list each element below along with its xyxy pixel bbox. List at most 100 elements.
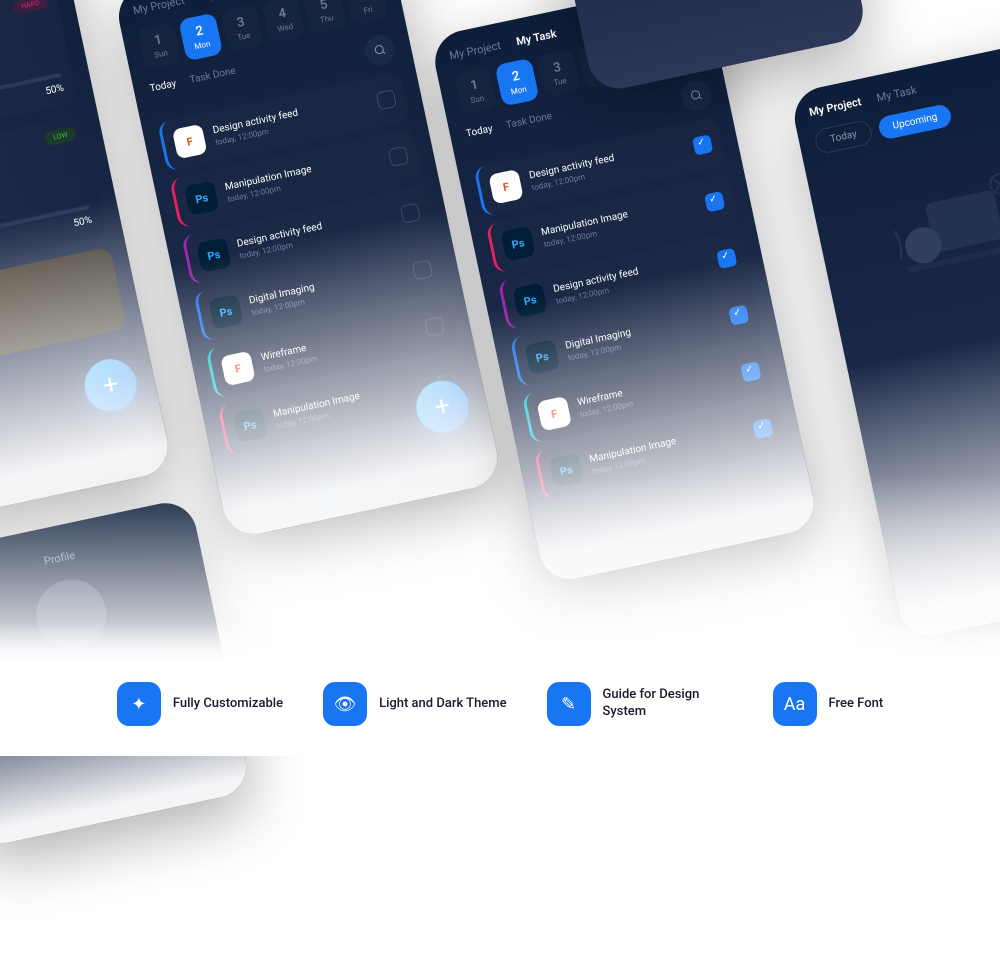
feature-text: Fully Customizable bbox=[173, 696, 283, 713]
card-title: Website bbox=[0, 154, 81, 214]
app-icon: F bbox=[488, 169, 524, 205]
task-title: Design activity feed bbox=[236, 206, 392, 249]
task-row[interactable]: FWireframetoday, 12:00pm bbox=[205, 298, 458, 398]
project-card[interactable] bbox=[0, 246, 127, 380]
task-checkbox[interactable] bbox=[400, 203, 421, 224]
search-icon[interactable] bbox=[678, 77, 714, 113]
day-cell[interactable]: 2Mon bbox=[495, 58, 539, 107]
task-title: Manipulation Image bbox=[588, 422, 744, 465]
app-icon: Ps bbox=[184, 180, 220, 216]
task-title: Digital Imaging bbox=[564, 308, 720, 351]
task-checkbox[interactable] bbox=[424, 316, 445, 337]
tab-task[interactable]: My Task bbox=[515, 27, 558, 48]
card-date: Saturday, 12 January 2024 bbox=[0, 54, 59, 109]
task-title: Design activity feed bbox=[528, 138, 684, 181]
feature-item: 👁Light and Dark Theme bbox=[323, 682, 506, 726]
nav-profile-icon[interactable]: ◉ bbox=[85, 454, 103, 475]
nav-calendar-icon[interactable]: ▦ bbox=[318, 486, 337, 508]
feature-row: ✦ Fully Customizable 👁Light and Dark Theme… bbox=[0, 622, 1000, 726]
fab-add[interactable]: + bbox=[80, 354, 142, 416]
task-row[interactable]: FDesign activity feedtoday, 12:00pm bbox=[157, 71, 410, 171]
subtab-today[interactable]: Today bbox=[149, 78, 182, 113]
task-time: today, 12:00pm bbox=[579, 378, 734, 419]
task-checkbox[interactable] bbox=[388, 146, 409, 167]
task-title: Design activity feed bbox=[552, 252, 708, 295]
fab-add[interactable]: + bbox=[412, 376, 474, 438]
project-card[interactable]: App Health Care Care app for Android and… bbox=[0, 0, 79, 154]
task-checkbox[interactable] bbox=[716, 248, 737, 269]
card-title: App Health Care bbox=[0, 22, 53, 82]
app-icon: Ps bbox=[500, 226, 536, 262]
task-time: today, 12:00pm bbox=[263, 333, 418, 374]
day-cell[interactable]: 6Fri bbox=[344, 0, 388, 26]
card-subtitle: Create Application about industrial bbox=[0, 170, 83, 225]
feature-item: Aa Free Font bbox=[773, 682, 884, 726]
day-cell[interactable]: 1Sun bbox=[453, 67, 497, 116]
task-title: Wireframe bbox=[260, 320, 416, 363]
feature-icon: ✦ bbox=[117, 682, 161, 726]
app-icon: F bbox=[536, 396, 572, 432]
feature-text: Guide for Design System bbox=[603, 687, 733, 721]
phone-empty: My Project My Task Today Upcoming bbox=[789, 36, 1000, 642]
task-row[interactable]: PsDesign activity feedtoday, 12:00pm bbox=[181, 185, 434, 285]
feature-icon: ✎ bbox=[547, 682, 591, 726]
difficulty-badge: HARD bbox=[12, 0, 49, 15]
filter-today[interactable]: Today bbox=[813, 119, 874, 155]
feature-text: Light and Dark Theme bbox=[379, 696, 506, 713]
nav-home-icon[interactable]: ⌂ bbox=[262, 498, 276, 520]
day-cell[interactable]: 4Wed bbox=[261, 0, 305, 44]
feature-text: Free Font bbox=[829, 696, 884, 713]
task-row[interactable]: PsDigital Imagingtoday, 12:00pm bbox=[510, 287, 763, 387]
day-cell[interactable]: 2Mon bbox=[179, 13, 223, 62]
task-checkbox[interactable] bbox=[728, 304, 749, 325]
bottom-nav: ▮▮ ◉ bbox=[0, 443, 156, 513]
progress-pct: 50% bbox=[0, 215, 93, 272]
task-row[interactable]: PsManipulation Imagetoday, 12:00pm bbox=[217, 355, 470, 455]
task-row[interactable]: PsDesign activity feedtoday, 12:00pm bbox=[498, 230, 751, 330]
subtab-taskdone[interactable]: Task Done bbox=[505, 111, 557, 150]
task-checkbox[interactable] bbox=[376, 89, 397, 110]
tab-project[interactable]: My Project bbox=[132, 0, 186, 17]
tab-project[interactable]: My Project bbox=[448, 39, 502, 63]
task-checkbox[interactable] bbox=[436, 373, 457, 394]
task-title: Manipulation Image bbox=[272, 377, 428, 420]
nav-profile-icon[interactable]: ◉ bbox=[444, 459, 462, 480]
tab-task[interactable]: My Task bbox=[875, 83, 917, 104]
day-selector: 1Sun2Mon3Tue4Wed5Thu6Fri bbox=[137, 0, 388, 70]
day-cell[interactable]: 1Sun bbox=[137, 21, 181, 70]
feature-item: ✦ Fully Customizable bbox=[117, 682, 283, 726]
task-row[interactable]: PsManipulation Imagetoday, 12:00pm bbox=[169, 128, 422, 228]
subtab-today[interactable]: Today bbox=[465, 123, 498, 158]
task-title: Manipulation Image bbox=[540, 195, 696, 238]
day-cell[interactable]: 3Tue bbox=[536, 49, 580, 98]
app-icon: Ps bbox=[512, 282, 548, 318]
subtab-taskdone[interactable]: Task Done bbox=[189, 66, 241, 105]
task-checkbox[interactable] bbox=[412, 259, 433, 280]
task-row[interactable]: FWireframetoday, 12:00pm bbox=[522, 343, 775, 443]
tab-task[interactable]: My Task bbox=[199, 0, 242, 3]
task-time: today, 12:00pm bbox=[567, 321, 722, 362]
day-cell[interactable]: 5Thu bbox=[303, 0, 347, 35]
task-row[interactable]: PsManipulation Imagetoday, 12:00pm bbox=[534, 400, 787, 500]
feature-icon: Aa bbox=[773, 682, 817, 726]
task-time: today, 12:00pm bbox=[239, 219, 394, 260]
filter-upcoming[interactable]: Upcoming bbox=[877, 103, 954, 141]
task-row[interactable]: PsDigital Imagingtoday, 12:00pm bbox=[193, 242, 446, 342]
task-row[interactable]: PsManipulation Imagetoday, 12:00pm bbox=[486, 173, 739, 273]
nav-chart-icon[interactable]: ▮▮ bbox=[380, 472, 401, 494]
progress-pct: 50% bbox=[0, 83, 65, 140]
task-title: Wireframe bbox=[576, 365, 732, 408]
project-card[interactable]: Website Create Application about industr… bbox=[0, 114, 107, 286]
task-title: Manipulation Image bbox=[224, 150, 380, 193]
task-checkbox[interactable] bbox=[704, 191, 725, 212]
task-checkbox[interactable] bbox=[740, 361, 761, 382]
task-checkbox[interactable] bbox=[752, 418, 773, 439]
task-checkbox[interactable] bbox=[692, 134, 713, 155]
tab-project[interactable]: My Project bbox=[808, 95, 863, 119]
app-icon: Ps bbox=[196, 237, 232, 273]
feature-item: ✎ Guide for Design System bbox=[547, 682, 733, 726]
day-cell[interactable]: 3Tue bbox=[220, 4, 264, 53]
task-time: today, 12:00pm bbox=[591, 435, 746, 476]
task-row[interactable]: FDesign activity feedtoday, 12:00pm bbox=[473, 117, 726, 217]
search-icon[interactable] bbox=[362, 32, 398, 68]
